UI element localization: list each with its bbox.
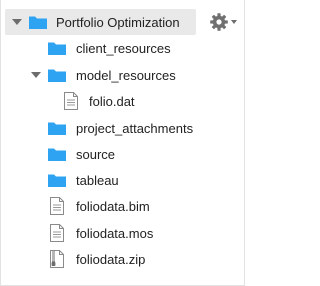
zip-file-icon [50,250,64,268]
folder-icon [48,122,66,135]
folder-icon [29,16,47,29]
tree-item-label: model_resources [76,67,176,83]
tree-item-label: foliodata.mos [76,225,154,241]
tree-item-foliodata-zip[interactable]: foliodata.zip [49,246,145,272]
chevron-down-icon [231,20,237,24]
folder-icon [48,42,66,55]
tree-item-foliodata-bim[interactable]: foliodata.bim [49,193,150,219]
folder-icon [48,148,66,161]
tree-item-tableau[interactable]: tableau [47,167,119,193]
tree-item-model-resources[interactable]: model_resources [31,62,176,88]
tree-item-label: source [76,146,116,162]
tree-item-foliodata-mos[interactable]: foliodata.mos [49,220,153,246]
tree-item-client-resources[interactable]: client_resources [47,35,171,61]
tree-item-source[interactable]: source [47,141,115,167]
gear-icon [210,13,228,31]
folder-icon [48,69,66,82]
tree-item-label: project_attachments [76,120,194,136]
tree-item-label: tableau [76,172,119,188]
chevron-down-icon[interactable] [31,72,41,78]
tree-item-project-root[interactable]: Portfolio Optimization [5,9,196,35]
tree-item-label: client_resources [76,40,171,56]
settings-menu-button[interactable] [209,10,241,34]
tree-item-label: foliodata.zip [76,251,146,267]
project-name: Portfolio Optimization [56,14,180,30]
file-icon [50,197,64,215]
chevron-down-icon[interactable] [12,19,22,25]
project-tree: Portfolio Optimization client_resources [0,0,245,286]
tree-item-label: foliodata.bim [76,198,150,214]
tree-item-label: folio.dat [89,93,135,109]
folder-icon [48,174,66,187]
file-icon [50,224,64,242]
tree-item-project-attachments[interactable]: project_attachments [47,115,193,141]
tree-item-folio-dat[interactable]: folio.dat [63,88,135,114]
file-icon [64,92,78,110]
